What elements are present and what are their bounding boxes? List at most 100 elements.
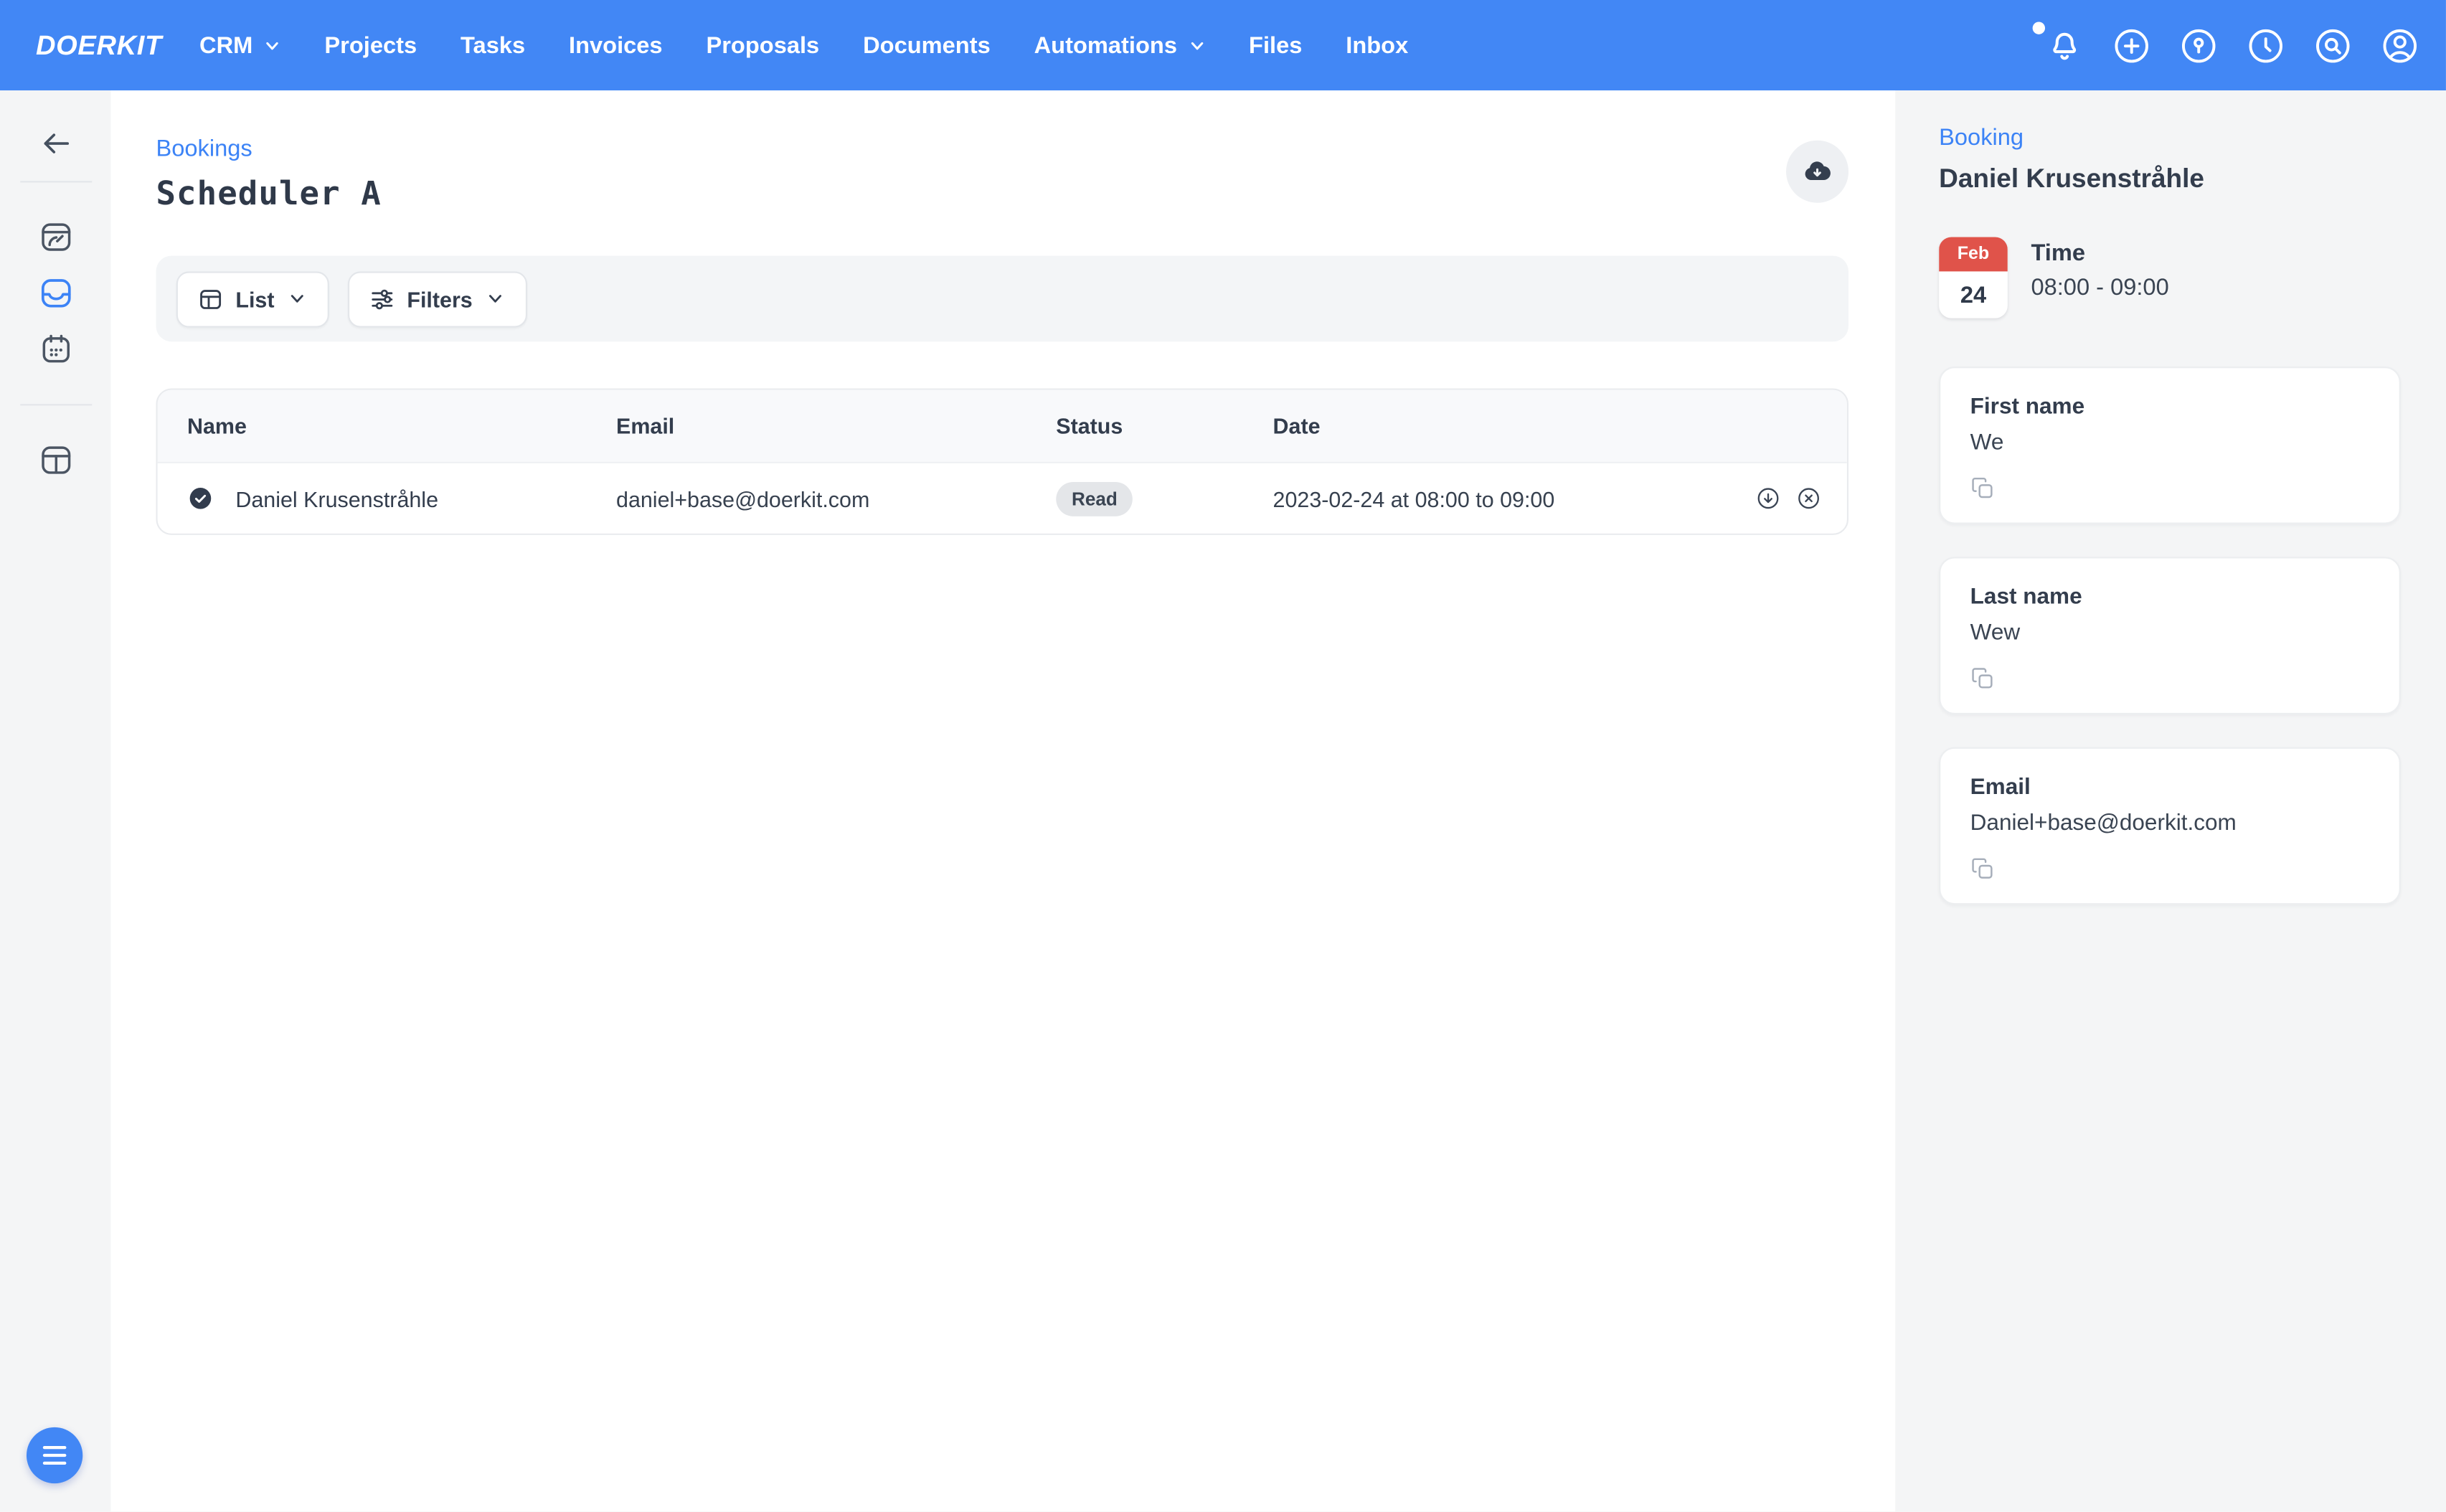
sidebar-item-calendar[interactable] — [27, 321, 83, 377]
nav-item-projects[interactable]: Projects — [324, 32, 417, 59]
arrow-left-icon — [38, 126, 72, 161]
list-view-icon — [198, 286, 223, 311]
bookings-table: Name Email Status Date Danie — [156, 389, 1848, 535]
field-card-first-name: First name We — [1939, 367, 2401, 524]
notifications-button[interactable] — [2044, 24, 2086, 67]
chevron-down-icon — [287, 288, 307, 308]
account-circle-icon — [2379, 24, 2421, 67]
field-card-email: Email Daniel+base@doerkit.com — [1939, 747, 2401, 905]
time-value: 08:00 - 09:00 — [2031, 275, 2168, 301]
table-row[interactable]: Daniel Krusenstråhle daniel+base@doerkit… — [158, 462, 1847, 534]
copy-icon — [1970, 856, 1996, 882]
add-button[interactable] — [2110, 24, 2153, 67]
nav-item-crm[interactable]: CRM — [199, 32, 280, 59]
filters-label: Filters — [407, 286, 472, 311]
time-label: Time — [2031, 240, 2168, 267]
copy-icon — [1970, 476, 1996, 501]
clock-circle-icon — [2244, 24, 2287, 67]
copy-button[interactable] — [1970, 856, 1996, 882]
booking-details-panel: Booking Daniel Krusenstråhle Feb 24 Time… — [1895, 90, 2446, 1511]
row-cancel-button[interactable] — [1795, 485, 1822, 511]
status-badge: Read — [1056, 481, 1133, 516]
nav-item-documents[interactable]: Documents — [863, 32, 991, 59]
field-label: First name — [1970, 394, 2370, 420]
filters-button[interactable]: Filters — [348, 270, 527, 326]
back-button[interactable] — [27, 115, 83, 171]
notification-dot-icon — [2033, 21, 2045, 33]
bell-icon — [2045, 26, 2084, 65]
nav-item-inbox[interactable]: Inbox — [1346, 32, 1408, 59]
menu-fab-button[interactable] — [27, 1427, 82, 1483]
field-value: Daniel+base@doerkit.com — [1970, 811, 2370, 836]
board-layout-icon — [37, 441, 74, 478]
column-header-email: Email — [616, 413, 1056, 438]
cell-actions — [1704, 485, 1847, 511]
nav-label: Files — [1249, 32, 1302, 59]
plus-circle-icon — [2110, 24, 2153, 67]
sidebar-item-dashboard[interactable] — [27, 209, 83, 265]
column-header-date: Date — [1273, 413, 1704, 438]
export-button[interactable] — [1786, 141, 1848, 203]
sidebar-divider — [19, 181, 91, 182]
search-button[interactable] — [2312, 24, 2354, 67]
field-value: We — [1970, 430, 2370, 455]
inbox-icon — [37, 275, 74, 312]
field-label: Last name — [1970, 585, 2370, 610]
column-header-name: Name — [187, 413, 616, 438]
chevron-down-icon — [485, 288, 505, 308]
app-logo[interactable]: DOERKIT — [36, 29, 162, 62]
nav-label: Proposals — [706, 32, 819, 59]
hamburger-menu-icon — [42, 1445, 67, 1466]
copy-button[interactable] — [1970, 666, 1996, 691]
table-header-row: Name Email Status Date — [158, 390, 1847, 462]
nav-item-tasks[interactable]: Tasks — [461, 32, 525, 59]
calendar-day: 24 — [1939, 271, 2008, 318]
account-button[interactable] — [2379, 24, 2421, 67]
check-circle-icon — [187, 485, 214, 511]
sidebar-divider — [19, 404, 91, 405]
booking-name: Daniel Krusenstråhle — [235, 486, 438, 511]
topbar-actions — [2044, 24, 2421, 67]
chevron-down-icon — [264, 37, 281, 54]
dashboard-icon — [37, 218, 74, 255]
row-download-button[interactable] — [1755, 485, 1782, 511]
page-title: Scheduler A — [156, 175, 381, 212]
location-button[interactable] — [2178, 24, 2220, 67]
copy-icon — [1970, 666, 1996, 691]
nav-label: Tasks — [461, 32, 525, 59]
search-circle-icon — [2312, 24, 2354, 67]
nav-item-automations[interactable]: Automations — [1034, 32, 1206, 59]
cell-email: daniel+base@doerkit.com — [616, 486, 1056, 511]
nav-item-files[interactable]: Files — [1249, 32, 1302, 59]
main-content: Bookings Scheduler A — [110, 90, 1895, 1511]
nav-item-invoices[interactable]: Invoices — [569, 32, 663, 59]
sidebar — [0, 90, 110, 1511]
sidebar-item-inbox[interactable] — [27, 265, 83, 321]
nav-label: Invoices — [569, 32, 663, 59]
nav-label: Documents — [863, 32, 991, 59]
history-button[interactable] — [2244, 24, 2287, 67]
x-circle-icon — [1795, 485, 1822, 511]
column-header-status: Status — [1056, 413, 1272, 438]
app-window: DOERKIT CRM Projects Tasks Invoices Prop… — [0, 0, 2446, 1511]
field-value: Wew — [1970, 621, 2370, 646]
calendar-date-badge: Feb 24 — [1939, 237, 2008, 318]
nav-label: Inbox — [1346, 32, 1408, 59]
breadcrumb-bookings[interactable]: Bookings — [156, 136, 252, 162]
nav-item-proposals[interactable]: Proposals — [706, 32, 819, 59]
field-card-last-name: Last name Wew — [1939, 557, 2401, 714]
cloud-download-icon — [1802, 156, 1833, 186]
location-circle-icon — [2178, 24, 2220, 67]
copy-button[interactable] — [1970, 476, 1996, 501]
toolbar: List Filters — [156, 256, 1848, 342]
view-selector-button[interactable]: List — [176, 270, 329, 326]
row-check-button[interactable] — [187, 485, 214, 511]
breadcrumb-booking[interactable]: Booking — [1939, 125, 2024, 151]
cell-date: 2023-02-24 at 08:00 to 09:00 — [1273, 486, 1704, 511]
sidebar-item-boards[interactable] — [27, 432, 83, 488]
nav-label: Automations — [1034, 32, 1177, 59]
arrow-down-circle-icon — [1755, 485, 1782, 511]
cell-status: Read — [1056, 481, 1272, 516]
view-selector-label: List — [235, 286, 274, 311]
topbar: DOERKIT CRM Projects Tasks Invoices Prop… — [0, 0, 2446, 90]
